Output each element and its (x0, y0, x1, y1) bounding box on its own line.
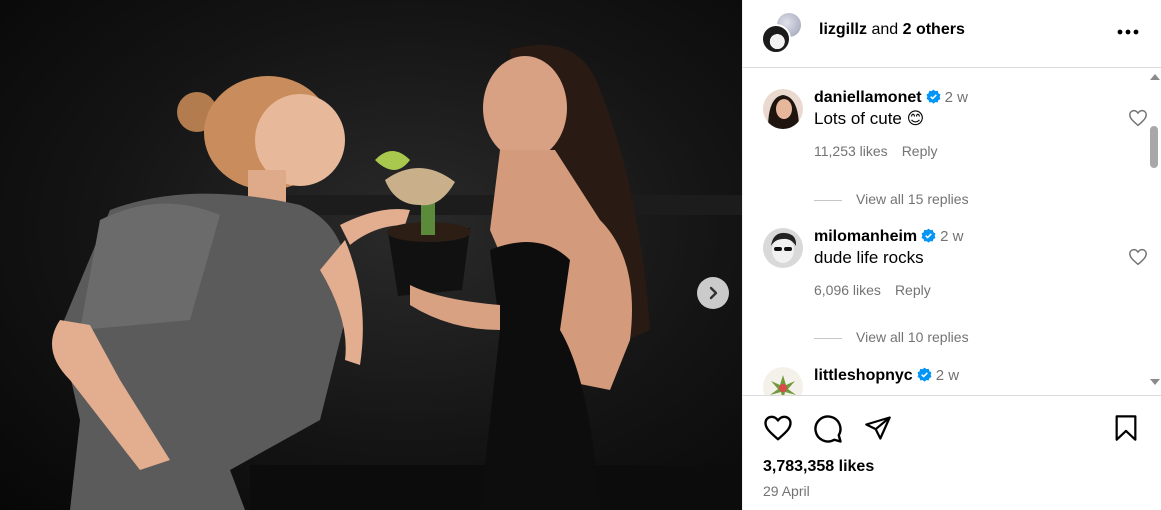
view-replies-button[interactable]: View all 15 replies (814, 191, 969, 207)
comment-like-button[interactable] (1128, 248, 1148, 271)
comment-time: 2 w (944, 89, 968, 106)
like-button[interactable] (763, 414, 793, 444)
avatar (761, 24, 791, 54)
author-username-link[interactable]: lizgillz (819, 21, 867, 38)
post-actions: 3,783,358 likes 29 April (743, 395, 1161, 510)
post-header: lizgillz and 2 others (743, 0, 1161, 68)
divider (814, 337, 842, 339)
avatar-image (763, 367, 803, 395)
scroll-thumb[interactable] (1150, 126, 1158, 168)
view-replies-label: View all 10 replies (856, 329, 969, 345)
authors-joiner: and (867, 21, 903, 38)
avatar-image (763, 228, 803, 268)
save-button[interactable] (1113, 414, 1143, 444)
share-button[interactable] (864, 414, 894, 444)
reply-button[interactable]: Reply (902, 143, 938, 159)
comment-time: 2 w (940, 228, 964, 245)
comment-body: daniellamonet 2 w Lots of cute 😊 11,253 l… (814, 89, 1114, 159)
post-photo (0, 0, 742, 510)
comment-meta: 11,253 likes Reply (814, 143, 1114, 159)
comment-likes[interactable]: 11,253 likes (814, 143, 888, 159)
comments-list: daniellamonet 2 w Lots of cute 😊 11,253 l… (743, 69, 1161, 395)
comment-time: 2 w (935, 367, 960, 384)
comment-button[interactable] (813, 414, 843, 444)
verified-badge-icon (926, 89, 941, 104)
bookmark-icon (1115, 415, 1137, 441)
post-date[interactable]: 29 April (763, 483, 810, 499)
comments-scrollbar[interactable] (1147, 69, 1161, 395)
comment-username[interactable]: daniellamonet (814, 89, 922, 106)
chevron-right-icon (709, 286, 718, 300)
heart-icon (1129, 248, 1147, 266)
comment-username[interactable]: littleshopnyc (814, 367, 913, 384)
send-icon (865, 416, 891, 440)
more-horizontal-icon (1117, 29, 1139, 35)
heart-icon (1129, 109, 1147, 127)
comment-like-button[interactable] (1128, 109, 1148, 132)
collab-avatars[interactable] (761, 10, 805, 54)
avatar[interactable] (763, 89, 803, 129)
other-authors-link[interactable]: 2 others (903, 21, 965, 38)
comment-username[interactable]: milomanheim (814, 228, 917, 245)
comment-likes[interactable]: 6,096 likes (814, 282, 881, 298)
avatar[interactable] (763, 228, 803, 268)
view-replies-label: View all 15 replies (856, 191, 969, 207)
post-likes-count[interactable]: 3,783,358 likes (763, 458, 874, 476)
divider (814, 199, 842, 201)
comment-text: dude life rocks (814, 248, 924, 267)
comment-body: littleshopnyc 2 w (814, 367, 1114, 385)
verified-badge-icon (917, 367, 932, 382)
view-replies-button[interactable]: View all 10 replies (814, 329, 969, 345)
scroll-down-arrow-icon[interactable] (1150, 379, 1160, 385)
avatar[interactable] (763, 367, 803, 395)
reply-button[interactable]: Reply (895, 282, 931, 298)
verified-badge-icon (921, 228, 936, 243)
scroll-up-arrow-icon[interactable] (1150, 74, 1160, 80)
heart-icon (764, 415, 792, 441)
next-photo-button[interactable] (697, 277, 729, 309)
post-authors: lizgillz and 2 others (819, 21, 965, 39)
comment-meta: 6,096 likes Reply (814, 282, 1114, 298)
post-side-panel: lizgillz and 2 others daniellamonet 2 w (742, 0, 1161, 510)
photo-illustration (52, 45, 742, 510)
avatar-image (763, 89, 803, 129)
comment-body: milomanheim 2 w dude life rocks 6,096 lik… (814, 228, 1114, 298)
more-options-button[interactable] (1116, 20, 1140, 44)
comment-text: Lots of cute 😊 (814, 109, 925, 128)
comment-bubble-icon (814, 415, 842, 443)
